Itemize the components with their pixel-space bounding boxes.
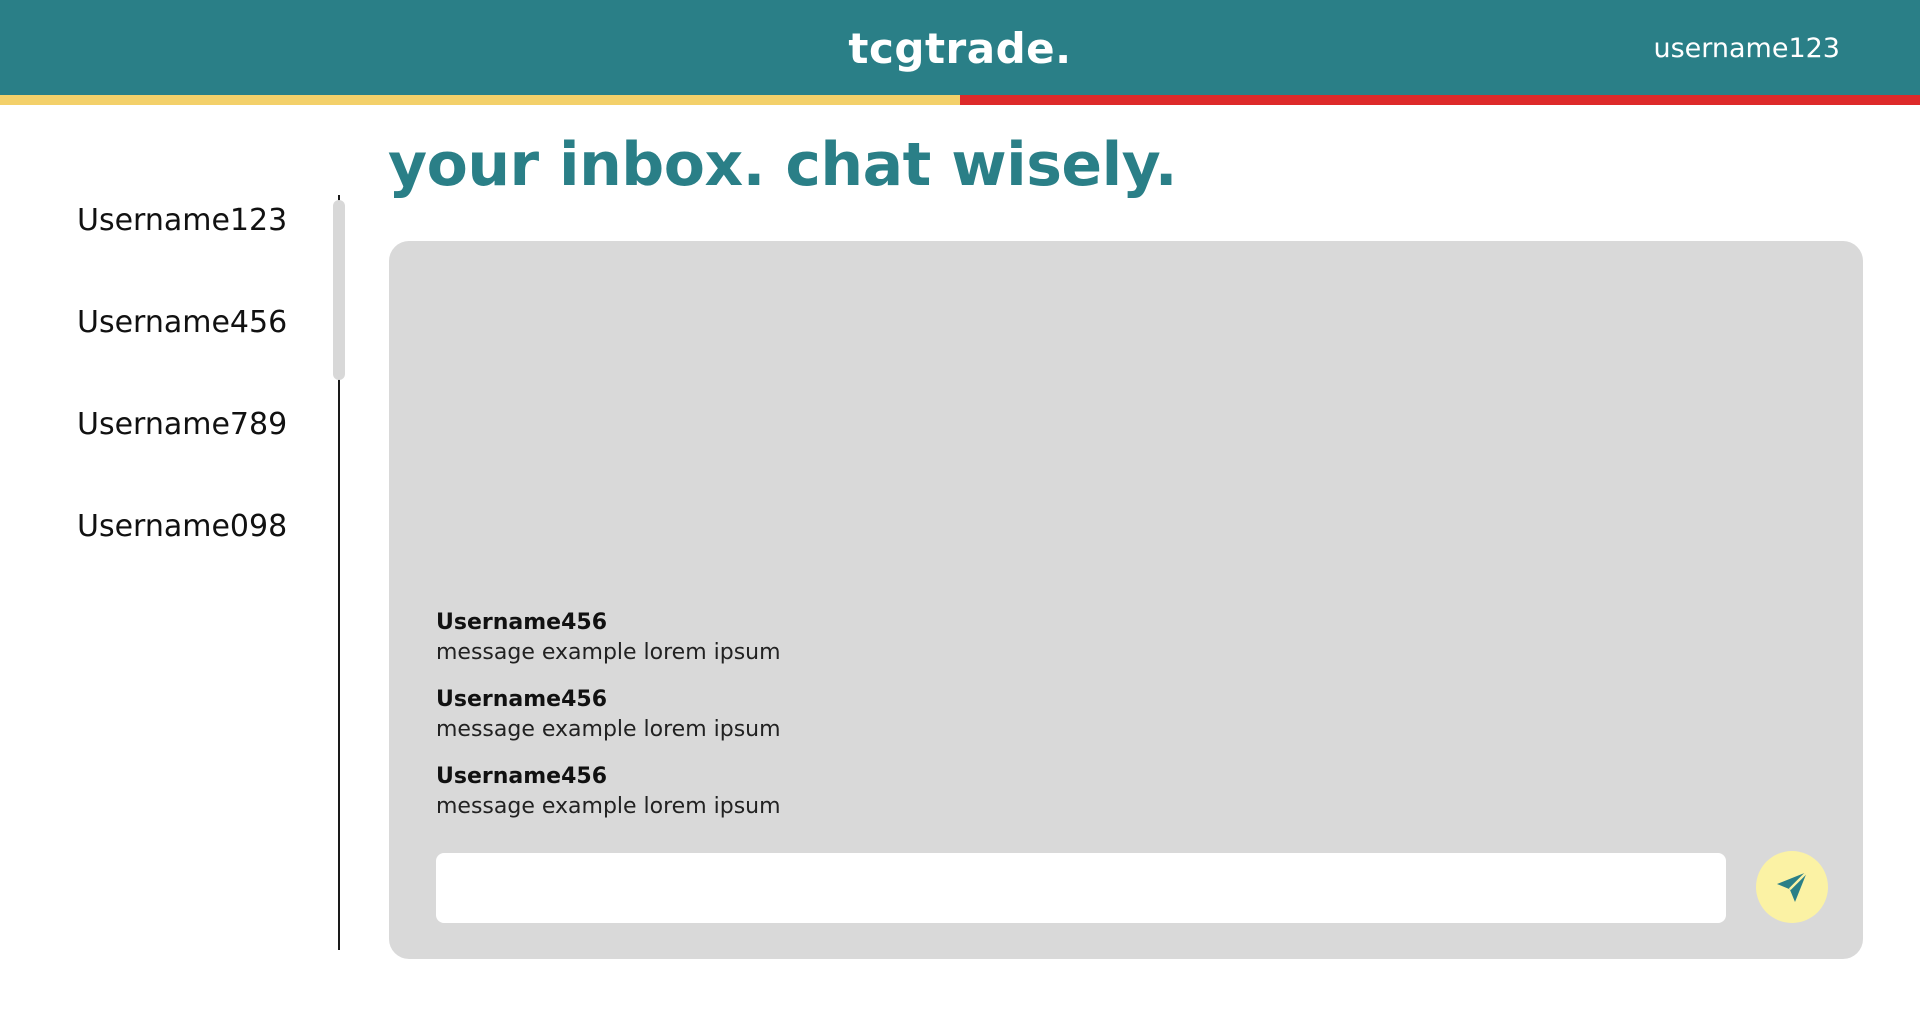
conversation-sidebar: Username123 Username456 Username789 User…: [0, 195, 345, 955]
message-text: message example lorem ipsum: [436, 717, 781, 742]
send-icon: [1777, 871, 1808, 902]
message-item: Username456 message example lorem ipsum: [436, 762, 1336, 822]
sidebar-item-username789[interactable]: Username789: [77, 407, 287, 442]
header-stripe-yellow: [0, 95, 960, 105]
sidebar-item-username098[interactable]: Username098: [77, 509, 287, 544]
top-header: tcgtrade. username123: [0, 0, 1920, 96]
message-item: Username456 message example lorem ipsum: [436, 685, 1336, 745]
sidebar-scrollbar-thumb[interactable]: [333, 200, 345, 380]
message-text: message example lorem ipsum: [436, 794, 781, 819]
message-author: Username456: [436, 610, 608, 635]
brand-logo[interactable]: tcgtrade.: [0, 0, 1920, 96]
message-author: Username456: [436, 687, 608, 712]
sidebar-item-username123[interactable]: Username123: [77, 203, 287, 238]
sidebar-item-username456[interactable]: Username456: [77, 305, 287, 340]
message-item: Username456 message example lorem ipsum: [436, 608, 1336, 668]
send-button[interactable]: [1756, 851, 1828, 923]
current-user-link[interactable]: username123: [1653, 0, 1840, 96]
header-stripe-red: [960, 95, 1920, 105]
message-text: message example lorem ipsum: [436, 640, 781, 665]
chat-panel: Username456 message example lorem ipsum …: [389, 241, 1863, 959]
message-input[interactable]: [436, 853, 1726, 923]
page-title: your inbox. chat wisely.: [388, 130, 1178, 200]
message-author: Username456: [436, 764, 608, 789]
